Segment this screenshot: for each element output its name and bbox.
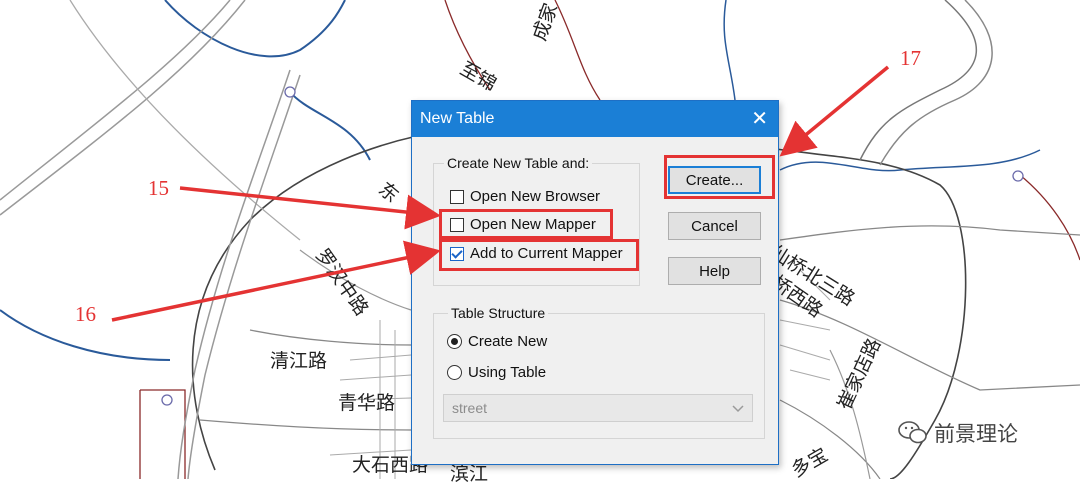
wechat-icon: [898, 421, 927, 444]
annotation-label-15: 15: [148, 176, 169, 200]
annotation-arrows: [111, 65, 890, 322]
watermark-text: 前景理论: [934, 422, 1018, 446]
annotation-label-17: 17: [900, 46, 921, 70]
watermark: 前景理论: [898, 418, 1018, 448]
annotation-label-16: 16: [75, 302, 96, 326]
